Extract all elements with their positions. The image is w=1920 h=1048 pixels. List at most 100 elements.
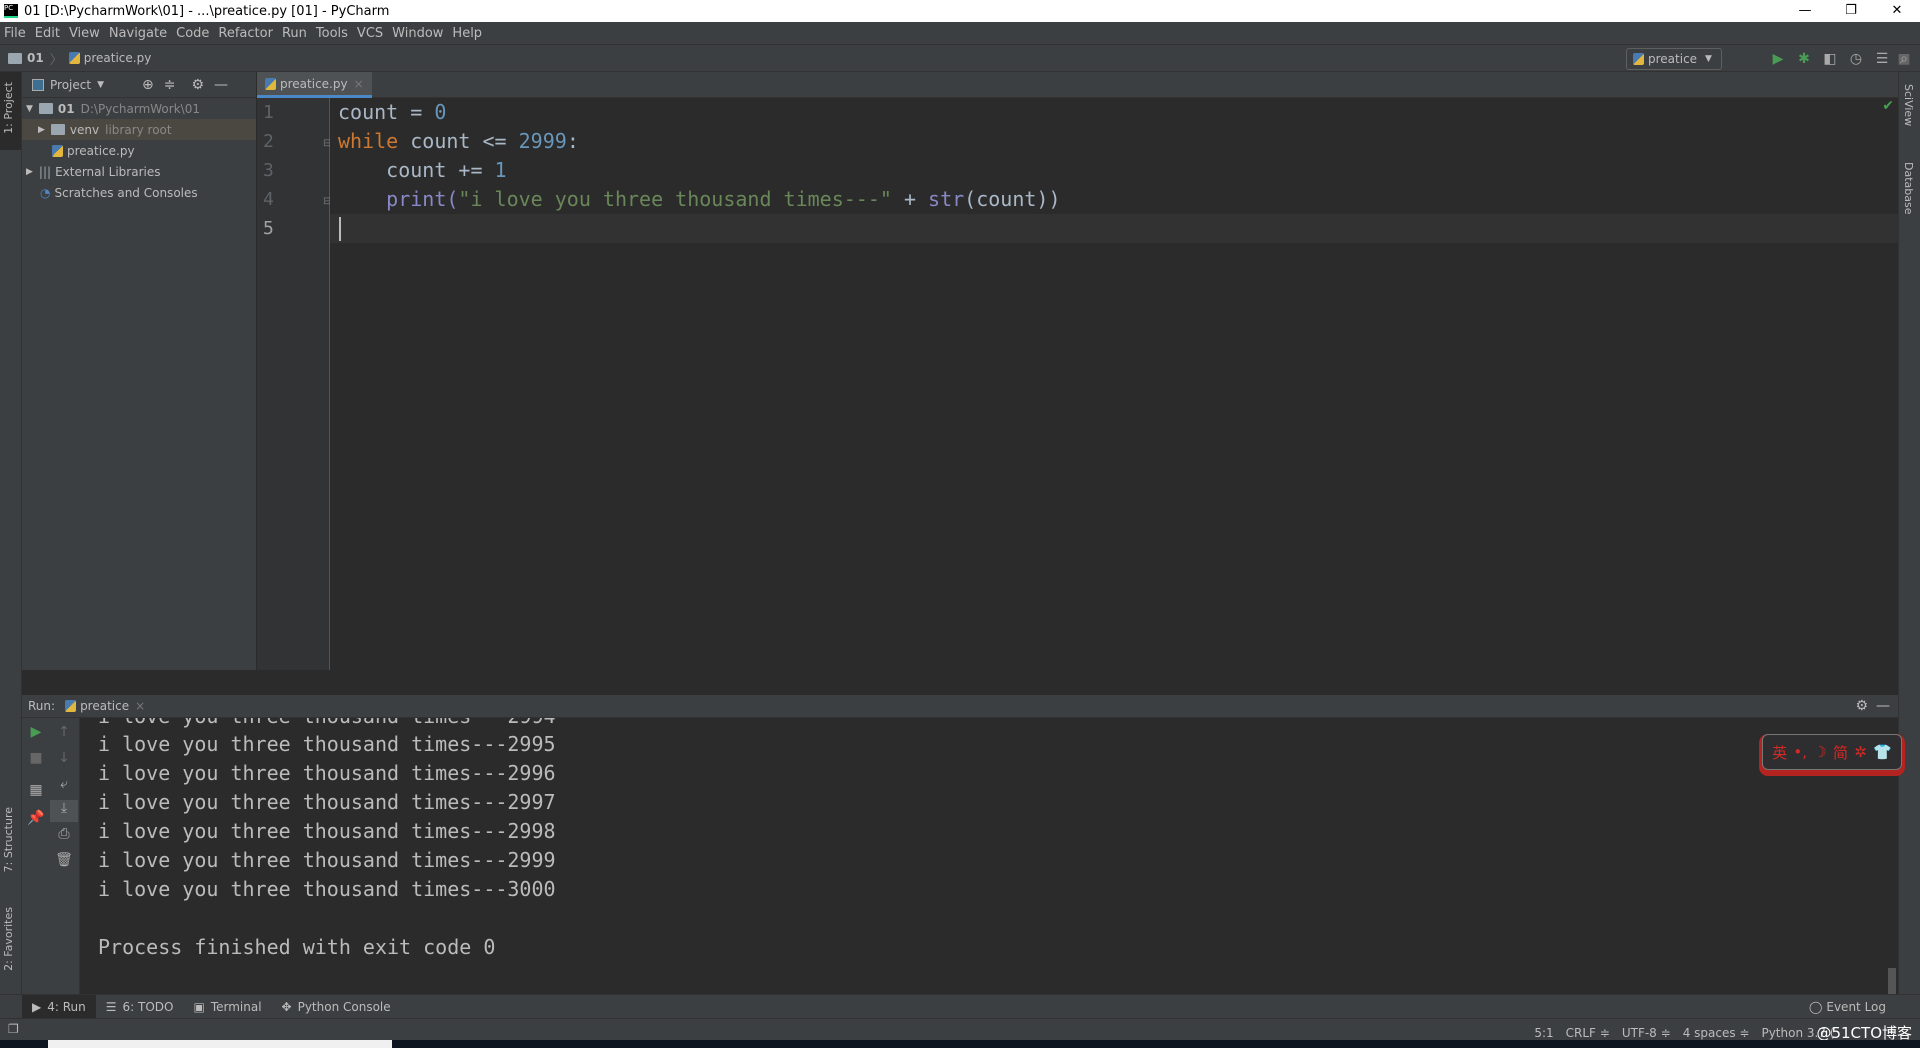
run-icon[interactable]: ▶ bbox=[1768, 49, 1788, 69]
terminal-icon: ▣ bbox=[193, 999, 205, 1014]
close-tab-icon[interactable]: × bbox=[135, 699, 145, 713]
menu-refactor[interactable]: Refactor bbox=[218, 26, 273, 41]
tool-windows-icon[interactable]: ❐ bbox=[8, 1022, 19, 1036]
tree-hint: D:\PycharmWork\01 bbox=[80, 101, 200, 116]
folder-icon bbox=[50, 124, 65, 135]
output-line: i love you three thousand times---2999 bbox=[98, 848, 556, 872]
ime-moon-icon[interactable]: ☽ bbox=[1813, 743, 1826, 761]
gear-icon[interactable]: ⚙ bbox=[191, 77, 204, 93]
menu-file[interactable]: File bbox=[4, 26, 26, 41]
process-finished-message: Process finished with exit code 0 bbox=[98, 935, 496, 959]
editor-bottom-spacer bbox=[22, 670, 1898, 695]
ime-language[interactable]: 英 bbox=[1772, 742, 1787, 763]
menu-window[interactable]: Window bbox=[392, 26, 443, 41]
concurrency-icon[interactable]: ☰ bbox=[1872, 49, 1892, 69]
breadcrumb-file[interactable]: preatice.py bbox=[84, 51, 152, 65]
coverage-icon[interactable]: ◧ bbox=[1820, 49, 1840, 69]
rerun-icon[interactable]: ▶ bbox=[22, 724, 50, 740]
ime-punctuation[interactable]: •, bbox=[1793, 743, 1807, 761]
ime-skin-icon[interactable]: 👕 bbox=[1873, 743, 1892, 761]
tab-favorites[interactable]: 2: Favorites bbox=[2, 907, 15, 971]
project-view-icon bbox=[32, 78, 44, 91]
code-editor[interactable]: count = 0 while count <= 2999: count += … bbox=[330, 98, 1898, 670]
run-configuration-select[interactable]: preatice ▼ bbox=[1626, 48, 1722, 70]
python-file-icon bbox=[265, 77, 276, 90]
close-tab-icon[interactable]: × bbox=[354, 77, 364, 91]
search-everywhere-icon[interactable]: ⌕ bbox=[1894, 49, 1914, 69]
hide-icon[interactable]: — bbox=[214, 77, 228, 93]
menu-view[interactable]: View bbox=[69, 26, 100, 41]
menu-tools[interactable]: Tools bbox=[316, 26, 348, 41]
breadcrumb-project[interactable]: 01 bbox=[27, 51, 44, 65]
soft-wrap-icon[interactable]: ⤶ bbox=[50, 776, 78, 792]
menu-run[interactable]: Run bbox=[282, 26, 307, 41]
down-arrow-icon[interactable]: ↓ bbox=[50, 750, 78, 766]
tab-todo[interactable]: ☰ 6: TODO bbox=[96, 995, 184, 1019]
python-icon: ✥ bbox=[281, 999, 292, 1014]
maximize-button[interactable]: ❐ bbox=[1828, 0, 1874, 22]
output-line: i love you three thousand times---3000 bbox=[98, 877, 556, 901]
tree-label: External Libraries bbox=[55, 164, 161, 179]
menu-navigate[interactable]: Navigate bbox=[109, 26, 167, 41]
event-log-button[interactable]: ◯ Event Log bbox=[1799, 995, 1896, 1019]
ime-settings-icon[interactable]: ✲ bbox=[1854, 743, 1867, 761]
line-number: 4 bbox=[263, 189, 274, 210]
tree-hint: library root bbox=[105, 122, 172, 137]
tree-item-file[interactable]: preatice.py bbox=[22, 140, 256, 161]
editor-tab-preatice[interactable]: preatice.py × bbox=[257, 72, 372, 98]
scroll-to-end-icon[interactable]: ⤓ bbox=[50, 800, 78, 822]
menu-edit[interactable]: Edit bbox=[35, 26, 60, 41]
run-console-output[interactable]: i love you three thousand times---2994 i… bbox=[80, 718, 1898, 994]
caret-position[interactable]: 5:1 bbox=[1534, 1026, 1553, 1040]
output-line: i love you three thousand times---2996 bbox=[98, 761, 556, 785]
tab-python-console[interactable]: ✥ Python Console bbox=[272, 995, 401, 1019]
ime-simplified[interactable]: 简 bbox=[1833, 742, 1848, 763]
stop-icon[interactable]: ■ bbox=[22, 750, 50, 766]
file-encoding[interactable]: UTF-8 ≑ bbox=[1622, 1026, 1671, 1040]
expanded-arrow-icon: ▼ bbox=[26, 103, 33, 114]
collapsed-arrow-icon: ▶ bbox=[26, 166, 33, 177]
chevron-down-icon[interactable]: ▼ bbox=[97, 80, 104, 90]
collapsed-arrow-icon: ▶ bbox=[38, 124, 45, 135]
python-icon bbox=[65, 700, 77, 712]
up-arrow-icon[interactable]: ↑ bbox=[50, 724, 78, 740]
print-icon[interactable]: ⎙ bbox=[50, 826, 78, 842]
profile-icon[interactable]: ◷ bbox=[1846, 49, 1866, 69]
run-tab-preatice[interactable]: preatice bbox=[80, 699, 129, 713]
locate-icon[interactable]: ⊕ bbox=[142, 77, 154, 93]
tree-item-venv[interactable]: ▶ venv library root bbox=[22, 119, 256, 140]
layout-icon[interactable]: ▦ bbox=[22, 782, 50, 798]
run-label: Run: bbox=[28, 699, 56, 713]
debug-icon[interactable]: ✱ bbox=[1794, 49, 1814, 69]
output-line: i love you three thousand times---2994 bbox=[98, 718, 556, 728]
close-button[interactable]: ✕ bbox=[1874, 0, 1920, 22]
line-number-gutter: 1 2 3 4 5 ⊟ ⊟ bbox=[257, 98, 331, 670]
hide-icon[interactable]: — bbox=[1876, 698, 1890, 714]
scrollbar[interactable] bbox=[1888, 968, 1896, 994]
text-cursor bbox=[339, 217, 341, 241]
tab-label: preatice.py bbox=[280, 76, 348, 91]
menu-vcs[interactable]: VCS bbox=[357, 26, 383, 41]
pin-icon[interactable]: 📌 bbox=[22, 810, 50, 826]
indent-setting[interactable]: 4 spaces ≑ bbox=[1683, 1026, 1750, 1040]
tree-item-external-libraries[interactable]: ▶ ||| External Libraries bbox=[22, 161, 256, 182]
gear-icon[interactable]: ⚙ bbox=[1855, 698, 1868, 714]
menu-code[interactable]: Code bbox=[176, 26, 209, 41]
ime-toolbar[interactable]: 英 •, ☽ 简 ✲ 👕 bbox=[1762, 734, 1902, 770]
tab-terminal[interactable]: ▣ Terminal bbox=[183, 995, 271, 1019]
tab-structure[interactable]: 7: Structure bbox=[2, 807, 15, 872]
tab-project[interactable]: 1: Project bbox=[2, 82, 15, 134]
tab-database[interactable]: Database bbox=[1902, 162, 1915, 215]
trash-icon[interactable]: 🗑 bbox=[50, 852, 78, 868]
tab-run[interactable]: ▶ 4: Run bbox=[22, 994, 96, 1019]
minimize-button[interactable]: — bbox=[1782, 0, 1828, 22]
tab-sciview[interactable]: SciView bbox=[1902, 84, 1915, 126]
pycharm-logo: PC bbox=[4, 4, 18, 18]
code-line-1: count = 0 bbox=[338, 100, 447, 124]
line-separator[interactable]: CRLF ≑ bbox=[1566, 1026, 1610, 1040]
collapse-icon[interactable]: ≑ bbox=[164, 77, 176, 93]
tree-item-root[interactable]: ▼ 01 D:\PycharmWork\01 bbox=[22, 98, 256, 119]
project-view-select[interactable]: Project bbox=[50, 78, 91, 92]
menu-help[interactable]: Help bbox=[452, 26, 482, 41]
tree-item-scratches[interactable]: ◔ Scratches and Consoles bbox=[22, 182, 256, 203]
